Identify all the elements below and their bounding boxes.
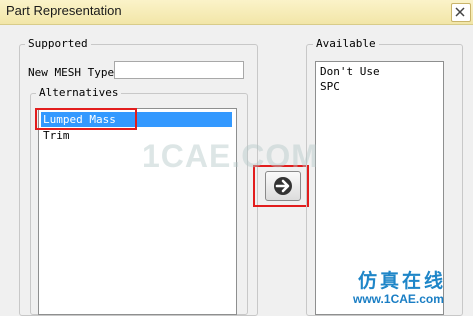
- brand-chinese-text: 仿真在线: [358, 270, 447, 292]
- list-item-spc[interactable]: SPC: [318, 79, 340, 94]
- supported-group-label: Supported: [25, 38, 91, 50]
- close-icon: [455, 7, 465, 17]
- brand-url-text: www.1CAE.com: [353, 292, 444, 306]
- window-title: Part Representation: [6, 3, 122, 18]
- close-button[interactable]: [451, 3, 471, 22]
- alternatives-group-label: Alternatives: [36, 87, 122, 99]
- lumped-mass-highlight: [35, 108, 137, 130]
- new-mesh-type-input[interactable]: [114, 61, 244, 79]
- title-bar: Part Representation: [0, 0, 473, 25]
- new-mesh-type-label: New MESH Type: [28, 66, 115, 79]
- available-group-label: Available: [313, 38, 379, 50]
- watermark: 1CAE.COM: [142, 138, 319, 174]
- list-item-dont-use[interactable]: Don't Use: [318, 64, 380, 79]
